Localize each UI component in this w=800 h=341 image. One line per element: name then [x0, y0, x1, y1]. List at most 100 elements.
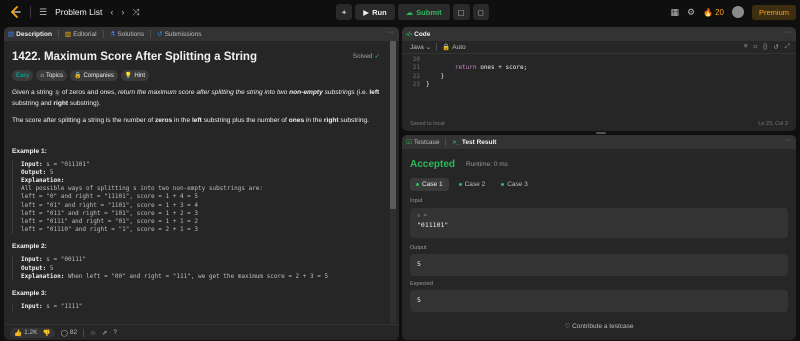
tab-submissions[interactable]: ↺ Submissions: [157, 30, 202, 39]
italic-text: return the maximum score after splitting…: [117, 89, 290, 96]
tab-submissions-label: Submissions: [164, 30, 202, 38]
example-input: Input: s = "011101": [21, 161, 382, 169]
language-select[interactable]: Java ⌄: [410, 43, 431, 52]
expected-box: 5: [410, 290, 788, 312]
input-value: s = "1111": [42, 302, 83, 310]
like-button[interactable]: 👍 1.2K 👎: [10, 327, 55, 338]
debug-button[interactable]: ✦: [336, 4, 353, 20]
problem-list-link[interactable]: Problem List: [55, 7, 102, 17]
topics-chip[interactable]: ⌂ Topics: [36, 70, 67, 81]
tab-editorial[interactable]: ▥ Editorial: [65, 30, 97, 39]
fullscreen-icon[interactable]: ⤢: [785, 43, 790, 51]
contribute-testcase-link[interactable]: ♡ Contribute a testcase: [402, 322, 796, 330]
format-icon[interactable]: ≡: [744, 43, 748, 51]
example-block: Input: s = "011101" Output: 5 Explanatio…: [12, 160, 382, 235]
solved-badge: Solved ✓: [352, 52, 380, 61]
notes-button[interactable]: ▢: [452, 4, 470, 20]
example-block: Input: s = "1111": [12, 302, 382, 312]
code-panel-header: ‹/› Code ···: [402, 27, 796, 41]
case-tab-3[interactable]: Case 3: [495, 178, 534, 191]
auto-mode-toggle[interactable]: 🔒 Auto: [442, 43, 466, 52]
pass-dot-icon: [458, 183, 462, 186]
case-label: Case 3: [507, 181, 528, 188]
next-problem-icon[interactable]: ›: [121, 7, 124, 17]
tab-test-result[interactable]: >_ Test Result: [452, 139, 496, 146]
layout-icon[interactable]: ▦: [671, 7, 680, 18]
runtime-text: Runtime: 0 ms: [466, 161, 508, 168]
comments-button[interactable]: ◯ 82: [61, 329, 78, 337]
share-icon[interactable]: ⇗: [102, 329, 107, 337]
cursor-position: Ln 23, Col 2: [758, 121, 788, 127]
description-scrollbar[interactable]: [390, 41, 396, 323]
example-heading: Example 1:: [12, 147, 47, 155]
tab-test-result-label: Test Result: [461, 138, 497, 146]
leetcode-logo-icon[interactable]: [8, 5, 22, 19]
bold-text: non-empty: [289, 89, 323, 96]
more-options-icon[interactable]: ···: [387, 29, 394, 36]
code-editor[interactable]: 20 21 return ones + score; 22 } 23}: [402, 54, 796, 90]
tab-testcase[interactable]: ☑ Testcase: [406, 138, 440, 147]
text-fragment: in the: [304, 117, 324, 124]
premium-button[interactable]: Premium: [751, 4, 796, 20]
bookmark-icon[interactable]: ⌑: [754, 43, 757, 51]
solved-label: Solved: [352, 52, 373, 60]
top-bar: ☰ Problem List ‹ › ⤨ ✦ ▶ Run ☁ Submit ▢ …: [0, 0, 800, 24]
note-icon: ▢: [457, 7, 465, 17]
code-keyword: return: [454, 64, 477, 72]
more-options-icon[interactable]: ···: [784, 137, 791, 144]
save-status: Saved to local: [410, 121, 445, 127]
example-explanation: Explanation: When left = "00" and right …: [21, 273, 382, 281]
hint-chip[interactable]: 💡 Hint: [120, 70, 149, 81]
chat-icon: ◻: [477, 7, 484, 17]
panel-resize-handle[interactable]: [596, 132, 606, 134]
test-panel: ☑ Testcase >_ Test Result ··· Accepted R…: [402, 135, 796, 340]
companies-chip[interactable]: 🔒 Companies: [69, 70, 118, 81]
history-icon: ↺: [157, 31, 163, 38]
chat-button[interactable]: ◻: [472, 4, 489, 20]
footer-divider: [83, 328, 85, 337]
example-heading: Example 3:: [12, 289, 47, 297]
topics-label: Topics: [45, 72, 63, 79]
help-icon[interactable]: ?: [113, 329, 117, 336]
description-body: 1422. Maximum Score After Splitting a St…: [4, 41, 390, 323]
case-tabs: Case 1 Case 2 Case 3: [410, 178, 534, 191]
problem-list-icon[interactable]: ☰: [39, 7, 47, 18]
tab-code-label: Code: [414, 30, 431, 38]
thumbs-down-icon: 👎: [42, 329, 51, 337]
settings-icon[interactable]: ⚙: [687, 7, 695, 18]
submit-button[interactable]: ☁ Submit: [397, 4, 450, 20]
braces-icon[interactable]: {}: [763, 43, 767, 51]
example-explanation-label: Explanation:: [21, 177, 382, 185]
reset-icon[interactable]: ↺: [773, 43, 778, 51]
tab-solutions-label: Solutions: [117, 30, 145, 38]
auto-mode-label: Auto: [452, 43, 466, 51]
code-line: 22 }: [408, 73, 790, 81]
run-label: Run: [372, 7, 387, 17]
tab-divider: [57, 30, 59, 38]
shuffle-icon[interactable]: ⤨: [132, 7, 139, 18]
result-status: Accepted: [410, 159, 456, 170]
case-tab-2[interactable]: Case 2: [453, 178, 492, 191]
example-heading: Example 2:: [12, 243, 47, 251]
run-button[interactable]: ▶ Run: [355, 4, 395, 20]
description-footer: 👍 1.2K 👎 ◯ 82 ☆ ⇗ ?: [4, 324, 399, 340]
tab-description[interactable]: ▤ Description: [8, 30, 52, 39]
prev-problem-icon[interactable]: ‹: [110, 7, 113, 17]
tab-solutions[interactable]: ⚗ Solutions: [110, 30, 145, 39]
text-fragment: of zeros and ones,: [60, 89, 118, 96]
more-options-icon[interactable]: ···: [784, 29, 791, 36]
streak-counter[interactable]: 🔥 20: [703, 8, 724, 17]
case-tab-1[interactable]: Case 1: [410, 178, 449, 191]
contribute-label: Contribute a testcase: [572, 323, 634, 330]
tab-code[interactable]: ‹/› Code: [406, 31, 430, 38]
scrollbar-thumb[interactable]: [390, 41, 396, 209]
difficulty-badge: Easy: [12, 70, 34, 81]
avatar[interactable]: [731, 6, 744, 18]
star-icon[interactable]: ☆: [90, 329, 96, 337]
output-box: 5: [410, 254, 788, 276]
code-line: 23}: [408, 81, 790, 89]
explanation-line: left = "01110" and right = "1", score = …: [21, 226, 199, 234]
top-bar-right: ▦ ⚙ 🔥 20 Premium: [671, 0, 796, 24]
input-variable: s =: [417, 213, 427, 219]
tab-testcase-label: Testcase: [413, 138, 440, 146]
